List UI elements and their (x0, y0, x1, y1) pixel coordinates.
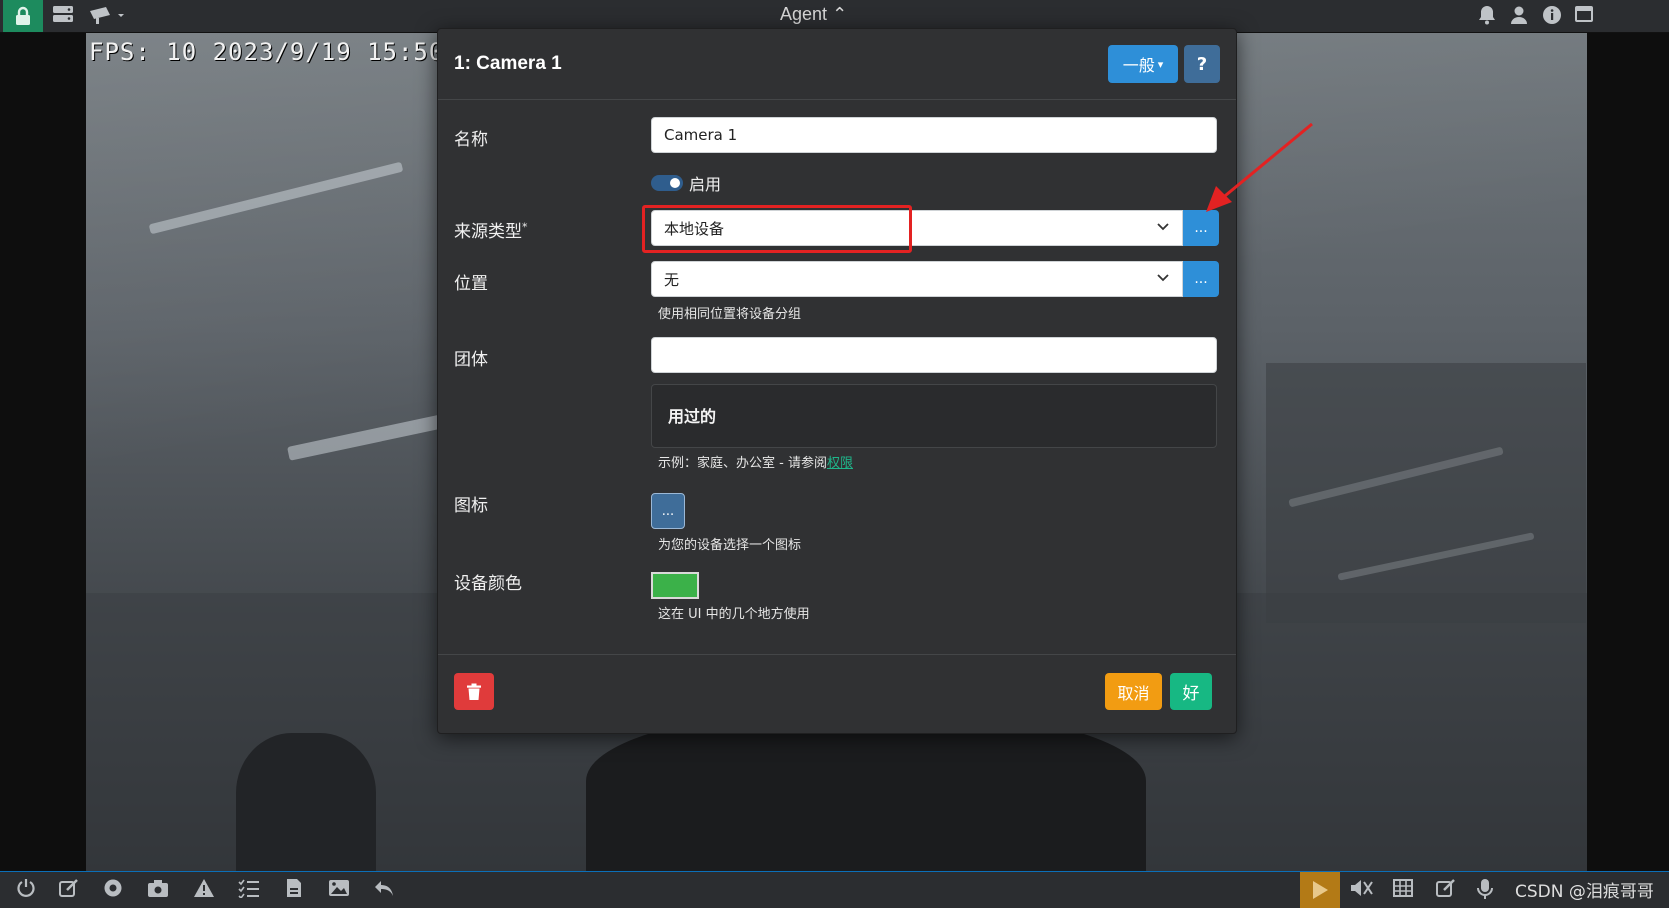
mute-icon[interactable] (1350, 878, 1374, 903)
device-color-picker[interactable] (651, 572, 699, 599)
bottom-toolbar (0, 871, 1669, 908)
source-type-label: 来源类型* (454, 220, 528, 242)
ceiling-light (148, 161, 404, 235)
dialog-footer: 取消 好 (438, 654, 1236, 734)
name-input[interactable]: Camera 1 (651, 117, 1217, 153)
group-label: 团体 (454, 350, 488, 370)
location-options-button[interactable]: ... (1183, 261, 1219, 297)
trash-icon (467, 683, 481, 700)
file-icon[interactable] (285, 878, 303, 903)
server-icon[interactable] (52, 5, 74, 29)
used-groups-panel: 用过的 (651, 384, 1217, 448)
required-marker: * (522, 220, 528, 234)
dialog-title: 1: Camera 1 (454, 53, 562, 74)
chevron-down-icon (1156, 218, 1170, 237)
ok-button[interactable]: 好 (1170, 673, 1212, 710)
dialog-header: 1: Camera 1 一般 ▾ ? (438, 29, 1236, 100)
right-letterbox (1587, 33, 1669, 871)
device-color-label: 设备颜色 (454, 574, 522, 594)
record-icon[interactable] (103, 878, 123, 903)
undo-icon[interactable] (373, 878, 395, 903)
annotation-arrow-icon (1206, 122, 1313, 212)
window-panel (1266, 363, 1586, 623)
fps-overlay: FPS: 10 2023/9/19 15:50: (89, 38, 460, 66)
lock-button[interactable] (3, 0, 43, 32)
play-button[interactable] (1300, 872, 1340, 908)
device-color-help-text: 这在 UI 中的几个地方使用 (658, 607, 810, 622)
grid-icon[interactable] (1393, 878, 1413, 903)
cancel-button[interactable]: 取消 (1105, 673, 1162, 710)
edit-icon[interactable] (1436, 878, 1456, 903)
left-letterbox (0, 33, 86, 871)
window-icon[interactable] (1574, 5, 1594, 29)
alert-icon[interactable] (193, 878, 215, 903)
bell-icon[interactable] (1478, 5, 1496, 31)
info-icon[interactable] (1542, 5, 1562, 31)
chevron-up-icon: ⌃ (832, 4, 848, 24)
image-icon[interactable] (328, 878, 350, 903)
person-foreground (586, 713, 1146, 871)
name-label: 名称 (454, 130, 488, 150)
chevron-down-icon (1156, 269, 1170, 288)
camera-settings-dialog: 1: Camera 1 一般 ▾ ? 名称 Camera 1 启用 来源类型* … (437, 28, 1237, 734)
general-dropdown-button[interactable]: 一般 ▾ (1108, 45, 1178, 83)
snapshot-icon[interactable] (147, 878, 169, 903)
caret-down-icon: ▾ (1157, 57, 1164, 71)
person-background (236, 733, 376, 871)
watermark: CSDN @泪痕哥哥 (1515, 882, 1654, 902)
checklist-icon[interactable] (238, 878, 260, 903)
icon-help-text: 为您的设备选择一个图标 (658, 538, 802, 553)
group-input[interactable] (651, 337, 1217, 373)
lock-icon (16, 6, 30, 25)
location-select[interactable]: 无 (651, 261, 1183, 297)
enabled-toggle[interactable] (651, 175, 683, 191)
enabled-label: 启用 (689, 175, 722, 194)
used-groups-title: 用过的 (668, 407, 717, 426)
group-help-text: 示例：家庭、办公室 - 请参阅权限 (658, 456, 853, 471)
help-button[interactable]: ? (1184, 45, 1220, 83)
user-icon[interactable] (1510, 5, 1528, 31)
permissions-link[interactable]: 权限 (827, 456, 853, 471)
icon-label: 图标 (454, 496, 488, 516)
camera-icon (90, 7, 124, 24)
choose-icon-button[interactable]: ... (651, 493, 685, 529)
annotation-highlight-box (642, 205, 912, 253)
camera-menu-button[interactable] (88, 5, 126, 31)
power-icon[interactable] (16, 878, 36, 903)
location-help-text: 使用相同位置将设备分组 (658, 307, 802, 322)
edit-icon[interactable] (59, 878, 79, 903)
location-label: 位置 (454, 274, 488, 294)
microphone-icon[interactable] (1477, 878, 1493, 905)
play-icon (1313, 881, 1328, 899)
app-title[interactable]: Agent ⌃ (780, 4, 847, 25)
delete-button[interactable] (454, 673, 494, 710)
